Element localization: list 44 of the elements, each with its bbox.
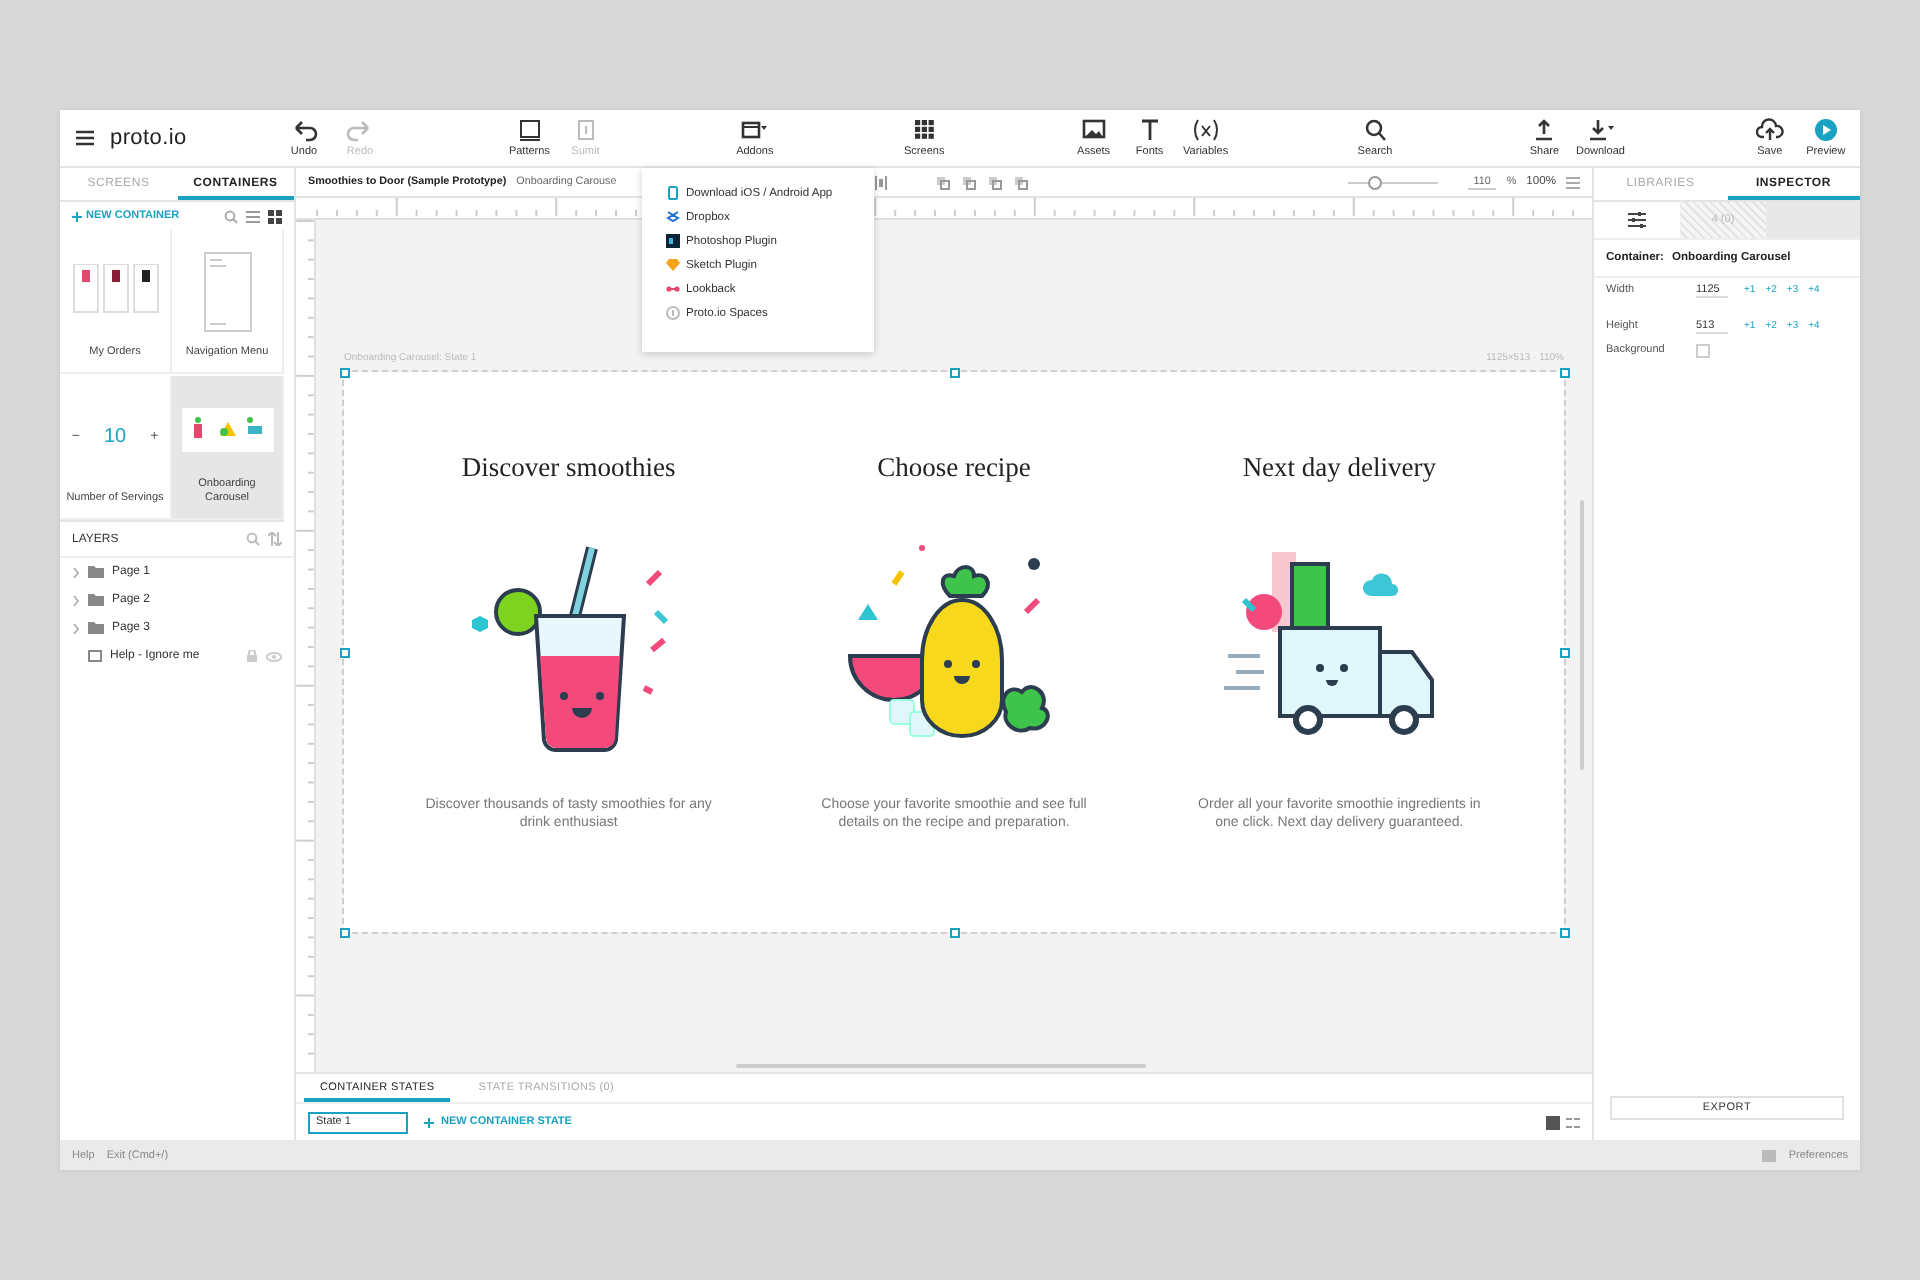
spaces-icon [666,306,680,320]
slide-title: Choose recipe [877,452,1031,484]
chevron-icon[interactable] [72,567,80,577]
lookback-icon [666,282,680,296]
background-checkbox[interactable] [1696,343,1710,357]
sketch-icon [666,258,680,272]
menu-icon[interactable] [76,130,94,146]
preferences-icon[interactable] [1762,1149,1777,1161]
vertical-scrollbar[interactable] [1580,500,1584,770]
sort-icon[interactable] [268,532,282,546]
properties-tab[interactable] [1594,202,1680,238]
menu-preview-drawing [203,251,251,332]
screens-icon [910,118,939,142]
frame-icon [88,650,102,662]
photoshop-icon [666,234,680,248]
chevron-icon[interactable] [72,595,80,605]
search-icon [1361,118,1390,142]
slide-title: Next day delivery [1242,452,1437,484]
dropbox-icon [666,210,680,224]
lock-icon[interactable] [246,650,258,662]
download-icon [1586,118,1615,142]
redo-icon [346,118,374,142]
align-icon[interactable] [874,175,889,189]
plus-icon [72,211,82,221]
variables-icon [1191,118,1220,142]
preview-icon [1811,118,1840,142]
patterns-icon [515,118,544,142]
save-icon [1755,118,1784,142]
addons-icon [740,118,769,142]
search-icon[interactable] [246,532,260,546]
sliders-icon [1628,212,1646,228]
plus-icon [424,1117,434,1127]
phone-icon [666,186,680,200]
horizontal-scrollbar[interactable] [736,1064,1146,1068]
chevron-icon[interactable] [72,623,80,633]
search-icon[interactable] [224,209,238,223]
slide-title: Discover smoothies [461,452,676,484]
carousel-preview-drawing [181,407,273,452]
logo: proto.io [110,126,187,150]
stepper-value: 10 [103,425,127,448]
eye-icon[interactable] [266,651,282,661]
image-icon [1079,118,1108,142]
undo-icon [290,118,318,142]
artboard[interactable] [344,372,1564,932]
